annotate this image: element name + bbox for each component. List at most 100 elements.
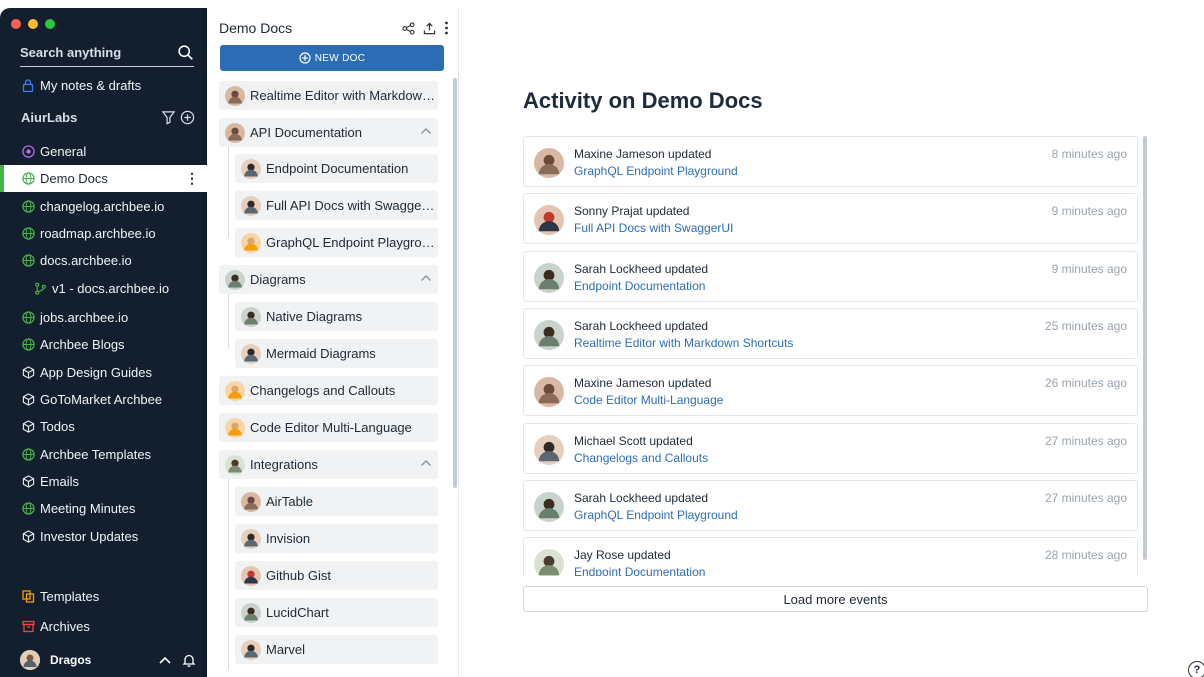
more-vertical-icon[interactable]	[444, 21, 449, 35]
chevron-up-icon[interactable]	[420, 272, 432, 287]
avatar	[534, 319, 564, 350]
feed-scrollbar[interactable]	[1143, 136, 1147, 560]
sidebar-item-roadmap-archbee-io[interactable]: roadmap.archbee.io	[0, 220, 207, 247]
tree-item-endpoint-documentation[interactable]: Endpoint Documentation	[235, 154, 438, 183]
event-doc-link[interactable]: Code Editor Multi-Language	[574, 393, 723, 407]
tree-connector	[228, 294, 229, 348]
filter-icon[interactable]	[161, 110, 176, 125]
search-placeholder: Search anything	[20, 44, 122, 60]
sidebar-item-emails[interactable]: Emails	[0, 468, 207, 495]
sidebar-item-todos[interactable]: Todos	[0, 413, 207, 440]
minimize-window-button[interactable]	[28, 19, 38, 29]
tree-item-marvel[interactable]: Marvel	[235, 635, 438, 664]
event-doc-link[interactable]: Changelogs and Callouts	[574, 451, 708, 465]
user-menu[interactable]: Dragos	[20, 649, 196, 671]
activity-event: Sarah Lockheed updated Realtime Editor wi…	[523, 307, 1138, 359]
close-window-button[interactable]	[11, 19, 21, 29]
tree-item-github-gist[interactable]: Github Gist	[235, 561, 438, 590]
avatar	[241, 343, 261, 364]
sidebar-item-v1-docs-archbee-io[interactable]: v1 - docs.archbee.io	[0, 275, 207, 302]
share-icon[interactable]	[402, 21, 415, 35]
bell-icon[interactable]	[182, 653, 196, 667]
new-doc-button[interactable]: NEW DOC	[220, 45, 444, 71]
sidebar-item-app-design-guides[interactable]: App Design Guides	[0, 359, 207, 386]
tree-item-airtable[interactable]: AirTable	[235, 487, 438, 516]
event-doc-link[interactable]: GraphQL Endpoint Playground	[574, 164, 738, 178]
chevron-up-icon[interactable]	[420, 457, 432, 472]
tree-item-graphql-endpoint-playgrou[interactable]: GraphQL Endpoint Playgrou...	[235, 228, 438, 257]
tree-item-api-documentation[interactable]: API Documentation	[219, 118, 438, 147]
sidebar-item-meeting-minutes[interactable]: Meeting Minutes	[0, 495, 207, 522]
sidebar-item-general[interactable]: General	[0, 138, 207, 165]
tree-connector	[228, 479, 229, 669]
avatar	[241, 195, 261, 216]
avatar	[225, 269, 245, 290]
sidebar-item-docs-archbee-io[interactable]: docs.archbee.io	[0, 247, 207, 274]
load-more-button[interactable]: Load more events	[523, 586, 1148, 612]
sidebar-item-label: App Design Guides	[40, 365, 153, 380]
sidebar-item-archbee-templates[interactable]: Archbee Templates	[0, 441, 207, 468]
tree-item-lucidchart[interactable]: LucidChart	[235, 598, 438, 627]
avatar	[241, 306, 261, 327]
sidebar-item-changelog-archbee-io[interactable]: changelog.archbee.io	[0, 193, 207, 220]
event-doc-link[interactable]: GraphQL Endpoint Playground	[574, 508, 738, 522]
templates-label: Templates	[40, 589, 100, 604]
sidebar-item-investor-updates[interactable]: Investor Updates	[0, 523, 207, 550]
tree-item-full-api-docs-with-swaggerui[interactable]: Full API Docs with SwaggerUI	[235, 191, 438, 220]
sidebar-item-demo-docs[interactable]: Demo Docs ⋮	[0, 165, 207, 192]
help-icon[interactable]: ?	[1188, 661, 1204, 677]
add-space-icon[interactable]	[180, 110, 195, 125]
tree-item-label: Mermaid Diagrams	[266, 346, 376, 361]
sidebar-item-label: Investor Updates	[40, 529, 139, 544]
event-doc-link[interactable]: Full API Docs with SwaggerUI	[574, 221, 733, 235]
more-vertical-icon[interactable]: ⋮	[185, 170, 199, 187]
event-author: Maxine Jameson updated	[574, 147, 712, 161]
event-author: Sonny Prajat updated	[574, 204, 690, 219]
workspace-name: AiurLabs	[21, 110, 78, 125]
sidebar-item-archbee-blogs[interactable]: Archbee Blogs	[0, 331, 207, 358]
cube-icon	[21, 393, 35, 407]
globe-icon	[21, 200, 35, 214]
tree-item-realtime-editor-with-markdown[interactable]: Realtime Editor with Markdown...	[219, 81, 438, 110]
sidebar-item-gotomarket-archbee[interactable]: GoToMarket Archbee	[0, 386, 207, 413]
event-author: Maxine Jameson updated	[574, 376, 712, 391]
user-name: Dragos	[50, 653, 92, 667]
event-doc-link[interactable]: Endpoint Documentation	[574, 279, 705, 293]
chevron-up-icon[interactable]	[420, 125, 432, 140]
globe-icon	[21, 227, 35, 241]
tree-item-changelogs-and-callouts[interactable]: Changelogs and Callouts	[219, 376, 438, 405]
event-timestamp: 9 minutes ago	[1051, 204, 1127, 219]
chevron-up-icon[interactable]	[158, 653, 172, 667]
event-author: Sarah Lockheed updated	[574, 318, 709, 333]
avatar	[225, 454, 245, 475]
archives-link[interactable]: Archives	[0, 613, 207, 640]
sidebar-item-label: v1 - docs.archbee.io	[52, 281, 170, 296]
tree-scrollbar[interactable]	[453, 78, 457, 488]
globe-icon	[21, 311, 35, 325]
avatar	[534, 377, 564, 408]
activity-event: Michael Scott updated Changelogs and Call…	[523, 422, 1138, 474]
tree-item-integrations[interactable]: Integrations	[219, 450, 438, 479]
upload-icon[interactable]	[423, 22, 436, 35]
tree-item-invision[interactable]: Invision	[235, 524, 438, 553]
tree-item-code-editor-multi-language[interactable]: Code Editor Multi-Language	[219, 413, 438, 442]
tree-item-diagrams[interactable]: Diagrams	[219, 265, 438, 294]
event-doc-link[interactable]: Realtime Editor with Markdown Shortcuts	[574, 336, 793, 350]
cube-icon	[21, 475, 35, 489]
search-input[interactable]: Search anything	[20, 38, 194, 67]
event-timestamp: 28 minutes ago	[1044, 548, 1127, 563]
cube-icon	[21, 366, 35, 380]
avatar	[225, 380, 245, 401]
my-notes-link[interactable]: My notes & drafts	[0, 72, 207, 99]
user-avatar[interactable]	[20, 650, 40, 670]
tree-item-mermaid-diagrams[interactable]: Mermaid Diagrams	[235, 339, 438, 368]
event-timestamp: 27 minutes ago	[1044, 433, 1127, 448]
globe-icon	[21, 254, 35, 268]
event-author: Sarah Lockheed updated	[574, 261, 709, 276]
templates-link[interactable]: Templates	[0, 583, 207, 610]
event-doc-link[interactable]: Endpoint Documentation	[574, 565, 705, 576]
sidebar-item-jobs-archbee-io[interactable]: jobs.archbee.io	[0, 304, 207, 331]
tree-item-native-diagrams[interactable]: Native Diagrams	[235, 302, 438, 331]
zoom-window-button[interactable]	[45, 19, 55, 29]
tree-item-label: Realtime Editor with Markdown...	[250, 88, 438, 103]
